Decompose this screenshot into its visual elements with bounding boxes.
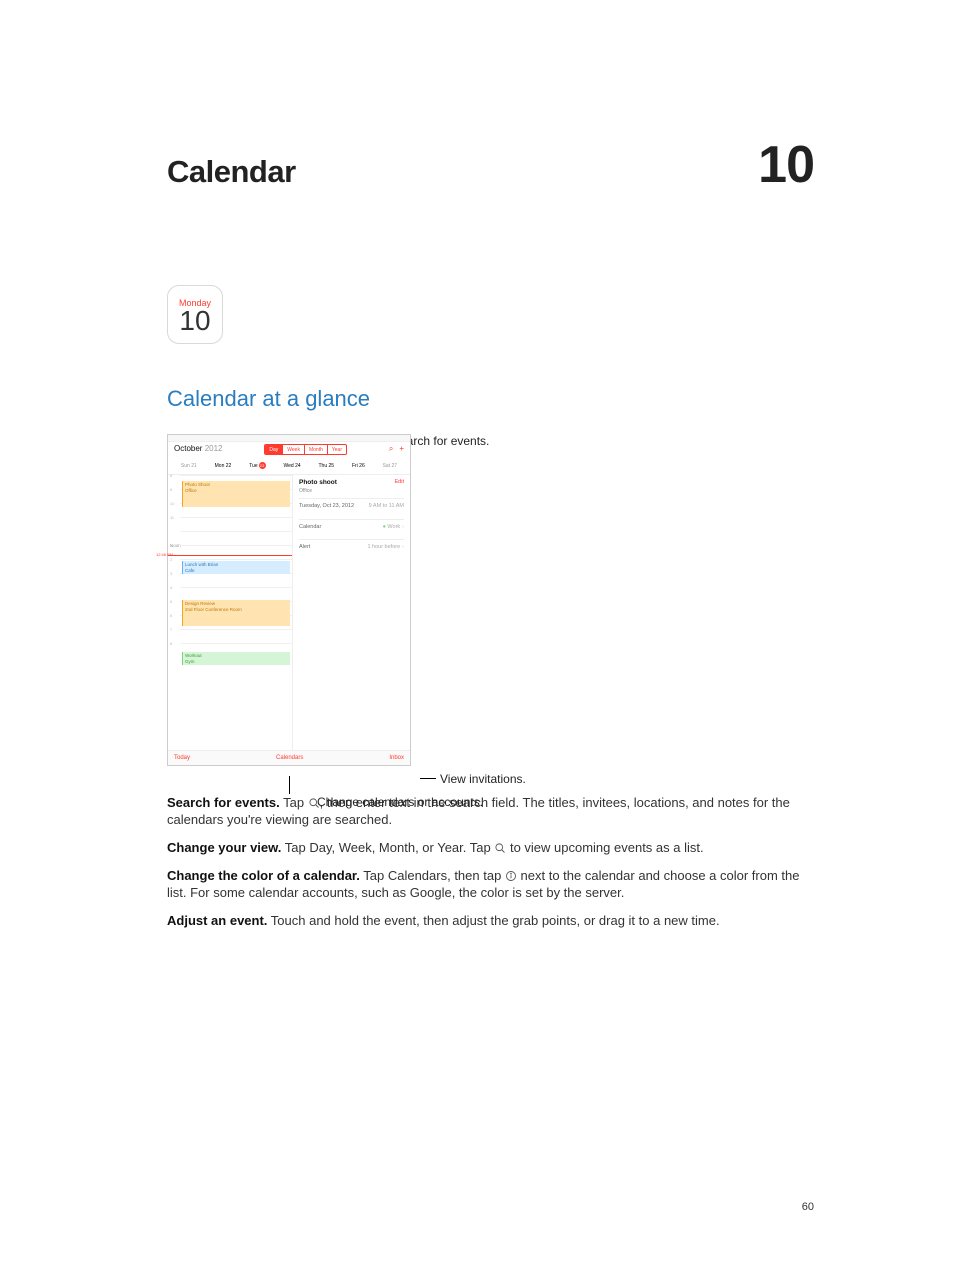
hour-1pm: 1 bbox=[170, 543, 172, 548]
text: Touch and hold the event, then adjust th… bbox=[267, 913, 719, 928]
hour-3pm: 3 bbox=[170, 571, 172, 576]
callout-change-calendars: Change calendars or accounts. bbox=[317, 794, 483, 810]
hour-8: 8 bbox=[170, 473, 172, 478]
calendar-header: October 2012 Day Week Month Year ⌕ + bbox=[168, 442, 410, 458]
chapter-header: Calendar 10 bbox=[167, 130, 814, 200]
event-lunch[interactable]: Lunch with Brian Cafe bbox=[182, 561, 290, 574]
detail-time: 9 AM to 11 AM bbox=[369, 503, 404, 510]
callout-view-invitations: View invitations. bbox=[420, 771, 526, 787]
tab-day[interactable]: Day bbox=[265, 445, 283, 454]
hour-11: 11 bbox=[170, 515, 174, 520]
day-label: Tue bbox=[249, 463, 257, 470]
paragraph-change-view: Change your view. Tap Day, Week, Month, … bbox=[167, 839, 814, 857]
lead: Change your view. bbox=[167, 840, 281, 855]
paragraph-search: Search for events. Tap , then enter text… bbox=[167, 794, 814, 829]
body-text: Search for events. Tap , then enter text… bbox=[167, 794, 814, 929]
event-location: Gym bbox=[185, 659, 288, 665]
calendar-app-icon: Monday 10 bbox=[167, 285, 223, 344]
inbox-button[interactable]: Inbox bbox=[389, 754, 404, 762]
detail-alert-row[interactable]: Alert 1 hour before› bbox=[299, 539, 404, 555]
view-switcher[interactable]: Day Week Month Year bbox=[264, 444, 347, 455]
detail-title: Photo shoot bbox=[299, 479, 404, 488]
text: Tap bbox=[280, 795, 308, 810]
tab-week[interactable]: Week bbox=[283, 445, 305, 454]
lead: Adjust an event. bbox=[167, 913, 267, 928]
today-button[interactable]: Today bbox=[174, 754, 190, 762]
detail-calendar-row[interactable]: Calendar ● Work› bbox=[299, 519, 404, 535]
day-wed[interactable]: Wed 24 bbox=[283, 463, 300, 470]
paragraph-change-color: Change the color of a calendar. Tap Cale… bbox=[167, 867, 814, 902]
ipad-screenshot: October 2012 Day Week Month Year ⌕ + Sun… bbox=[167, 434, 411, 766]
chapter-title: Calendar bbox=[167, 151, 296, 193]
calendar-month-title: October 2012 bbox=[174, 444, 223, 455]
detail-datetime: Tuesday, Oct 23, 2012 9 AM to 11 AM bbox=[299, 498, 404, 514]
info-icon bbox=[505, 870, 517, 882]
event-location: Cafe bbox=[185, 568, 288, 574]
label: Calendar bbox=[299, 524, 321, 531]
text: Tap Calendars, then tap bbox=[360, 868, 505, 883]
day-badge: 23 bbox=[259, 462, 266, 469]
chapter-number: 10 bbox=[758, 130, 814, 200]
search-icon bbox=[494, 842, 506, 854]
tab-month[interactable]: Month bbox=[305, 445, 328, 454]
year-label: 2012 bbox=[205, 444, 223, 453]
week-day-row: Sun 21 Mon 22 Tue 23 Wed 24 Thu 25 Fri 2… bbox=[168, 458, 410, 475]
event-detail-pane: Edit Photo shoot Office Tuesday, Oct 23,… bbox=[293, 475, 410, 761]
calendar-figure: Change views. Search for events. October… bbox=[167, 434, 587, 766]
hour-10: 10 bbox=[170, 501, 174, 506]
detail-date: Tuesday, Oct 23, 2012 bbox=[299, 503, 354, 510]
event-design-review[interactable]: Design Review 2nd Floor Conference Room bbox=[182, 600, 290, 626]
day-thu[interactable]: Thu 25 bbox=[319, 463, 335, 470]
status-bar bbox=[168, 435, 410, 442]
text: to view upcoming events as a list. bbox=[506, 840, 703, 855]
add-event-icon[interactable]: + bbox=[399, 444, 404, 455]
hour-9: 9 bbox=[170, 487, 172, 492]
day-sun[interactable]: Sun 21 bbox=[181, 463, 197, 470]
event-photo-shoot[interactable]: Photo Shoot Office bbox=[182, 481, 290, 507]
detail-location: Office bbox=[299, 488, 404, 495]
text: Tap Day, Week, Month, or Year. Tap bbox=[281, 840, 494, 855]
calendars-button[interactable]: Calendars bbox=[276, 754, 303, 762]
event-workout[interactable]: Workout Gym bbox=[182, 652, 290, 665]
hour-8pm: 8 bbox=[170, 641, 172, 646]
hour-2pm: 2 bbox=[170, 557, 172, 562]
day-timeline[interactable]: 8 9 10 11 Noon 12:46 PM 1 2 3 4 5 6 7 8 bbox=[168, 475, 293, 761]
event-location: Office bbox=[185, 488, 288, 494]
day-sat[interactable]: Sat 27 bbox=[383, 463, 397, 470]
day-mon[interactable]: Mon 22 bbox=[215, 463, 232, 470]
hour-4pm: 4 bbox=[170, 585, 172, 590]
label: Alert bbox=[299, 544, 310, 551]
callout-text: View invitations. bbox=[440, 771, 526, 787]
value: Work bbox=[387, 524, 400, 530]
lead: Change the color of a calendar. bbox=[167, 868, 360, 883]
tab-year[interactable]: Year bbox=[328, 445, 346, 454]
day-tue-selected[interactable]: Tue 23 bbox=[249, 462, 265, 469]
app-icon-date: 10 bbox=[179, 307, 210, 335]
hour-6pm: 6 bbox=[170, 613, 172, 618]
event-location: 2nd Floor Conference Room bbox=[185, 607, 288, 613]
hour-7pm: 7 bbox=[170, 627, 172, 632]
paragraph-adjust-event: Adjust an event. Touch and hold the even… bbox=[167, 912, 814, 930]
day-fri[interactable]: Fri 26 bbox=[352, 463, 365, 470]
calendar-toolbar: Today Calendars Inbox bbox=[168, 750, 410, 765]
callout-text: Change calendars or accounts. bbox=[317, 795, 483, 809]
section-title: Calendar at a glance bbox=[167, 384, 814, 414]
hour-5pm: 5 bbox=[170, 599, 172, 604]
page-number: 60 bbox=[802, 1200, 814, 1215]
month-label: October bbox=[174, 444, 202, 453]
lead: Search for events. bbox=[167, 795, 280, 810]
edit-button[interactable]: Edit bbox=[395, 479, 404, 486]
value: 1 hour before bbox=[367, 544, 400, 550]
search-icon[interactable]: ⌕ bbox=[389, 444, 393, 455]
